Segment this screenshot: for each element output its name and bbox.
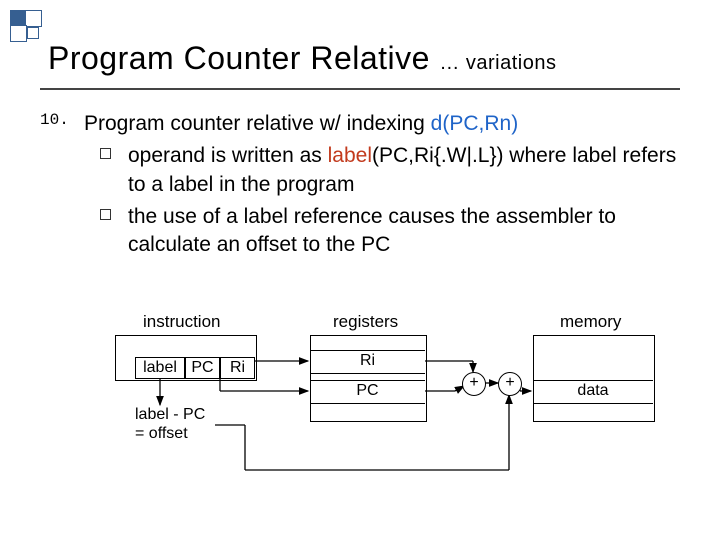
instruction-fields: label PC Ri <box>115 357 255 379</box>
offset-label: label - PC = offset <box>135 405 205 443</box>
diagram-label-registers: registers <box>333 312 398 332</box>
title-main: Program Counter Relative <box>48 40 430 76</box>
memory-row-data: data <box>533 380 653 404</box>
instruction-cell-pc: PC <box>185 357 220 379</box>
hollow-square-icon <box>100 148 111 159</box>
slide-body: 10. Program counter relative w/ indexing… <box>40 110 680 260</box>
b1-lead: operand is written as <box>128 144 328 167</box>
dpcrn-expr: d(PC,Rn) <box>431 112 519 135</box>
title-suffix: … variations <box>439 52 556 74</box>
slide-title: Program Counter Relative … variations <box>48 40 556 77</box>
adder-b: + <box>498 372 522 396</box>
instruction-cell-label: label <box>135 357 185 379</box>
registers-box <box>310 335 427 422</box>
b1-label-word: label <box>328 144 372 167</box>
diagram: instruction registers memory label PC Ri… <box>115 310 675 530</box>
sub-bullet-2: the use of a label reference causes the … <box>104 203 680 260</box>
list-number: 10. <box>40 110 69 132</box>
main-text: Program counter relative w/ indexing <box>84 112 431 135</box>
register-row-ri: Ri <box>310 350 425 374</box>
hollow-square-icon <box>100 209 111 220</box>
title-underline <box>40 88 680 90</box>
b2-text: the use of a label reference causes the … <box>128 203 680 260</box>
adder-a: + <box>462 372 486 396</box>
memory-box <box>533 335 655 422</box>
slide-logo <box>10 10 40 40</box>
register-row-pc: PC <box>310 380 425 404</box>
diagram-label-memory: memory <box>560 312 621 332</box>
diagram-label-instruction: instruction <box>143 312 220 332</box>
sub-bullet-1: operand is written as label(PC,Ri{.W|.L}… <box>104 142 680 199</box>
instruction-cell-ri: Ri <box>220 357 255 379</box>
